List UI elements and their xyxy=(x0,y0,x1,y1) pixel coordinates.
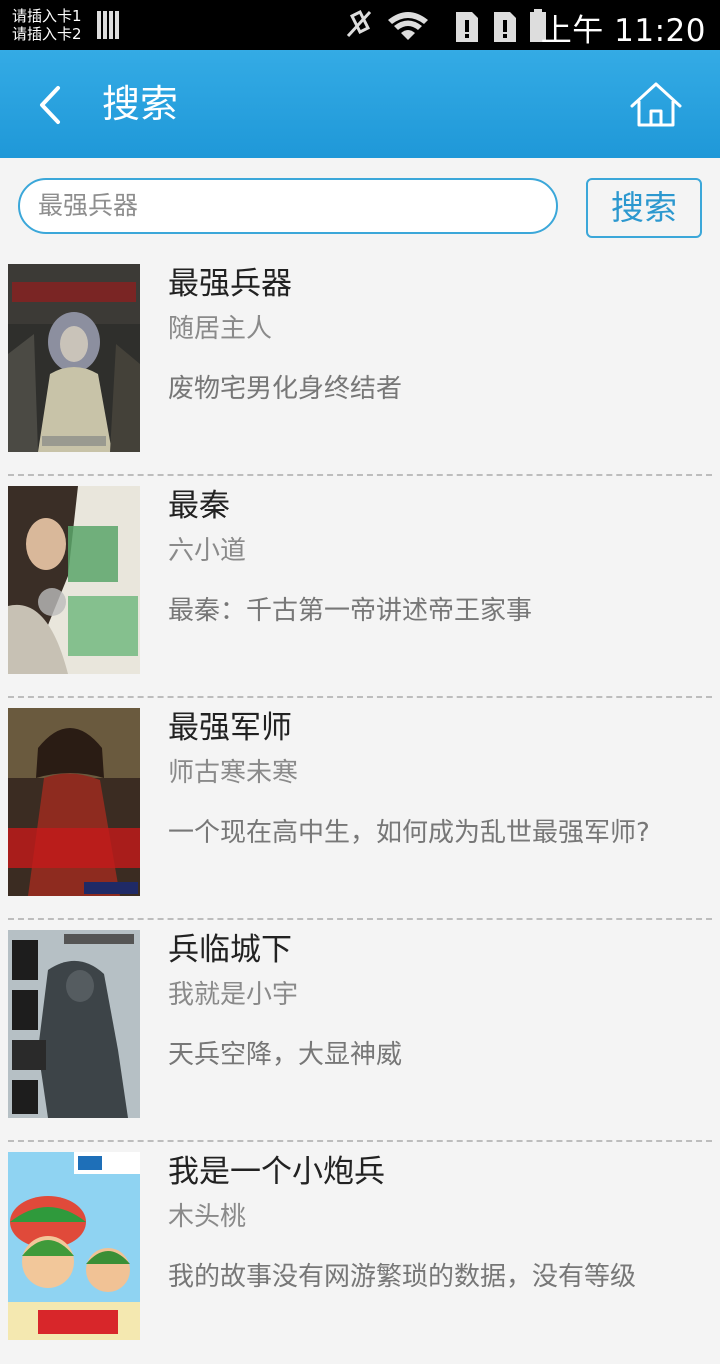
book-description: 最秦：千古第一帝讲述帝王家事 xyxy=(168,596,533,626)
book-description: 废物宅男化身终结者 xyxy=(168,374,403,404)
book-author: 木头桃 xyxy=(168,1202,247,1232)
sim1-label: 请插入卡1 xyxy=(12,7,82,25)
book-title: 最秦 xyxy=(168,488,230,524)
book-description: 一个现在高中生，如何成为乱世最强军师? xyxy=(168,818,650,848)
list-item[interactable]: 最秦 六小道 最秦：千古第一帝讲述帝王家事 xyxy=(0,476,720,698)
book-description: 我的故事没有网游繁琐的数据，没有等级 xyxy=(168,1262,637,1292)
sim-status: 请插入卡1 请插入卡2 xyxy=(12,7,82,43)
search-input[interactable]: 最强兵器 xyxy=(18,178,558,234)
sim2-label: 请插入卡2 xyxy=(12,25,82,43)
book-title: 最强兵器 xyxy=(168,266,292,302)
book-author: 师古寒未寒 xyxy=(168,758,299,788)
list-item[interactable]: 兵临城下 我就是小宇 天兵空降，大显神威 xyxy=(0,920,720,1142)
book-title: 我是一个小炮兵 xyxy=(168,1154,385,1190)
clock: 上午 11:20 xyxy=(540,13,706,49)
book-description: 天兵空降，大显神威 xyxy=(168,1040,403,1070)
signal-bars-icon xyxy=(97,11,119,39)
book-cover-image xyxy=(8,1152,140,1340)
search-button[interactable]: 搜索 xyxy=(586,178,702,238)
home-button[interactable] xyxy=(628,80,684,130)
book-author: 我就是小宇 xyxy=(168,980,299,1010)
status-bar: 请插入卡1 请插入卡2 上午 11:20 xyxy=(0,0,720,50)
search-results-list: 最强兵器 随居主人 废物宅男化身终结者 最秦 六小道 最秦：千古第一帝讲述帝王家… xyxy=(0,254,720,1364)
list-item[interactable]: 最强军师 师古寒未寒 一个现在高中生，如何成为乱世最强军师? xyxy=(0,698,720,920)
book-title: 兵临城下 xyxy=(168,932,292,968)
chevron-left-icon xyxy=(40,86,60,124)
wifi-icon xyxy=(388,12,428,40)
book-cover-image xyxy=(8,264,140,452)
page-title: 搜索 xyxy=(102,82,179,126)
home-icon xyxy=(630,82,682,127)
sim2-alert-icon xyxy=(494,12,516,42)
sim1-alert-icon xyxy=(456,12,478,42)
app-header: 搜索 xyxy=(0,50,720,158)
back-button[interactable] xyxy=(26,78,76,132)
book-cover-image xyxy=(8,708,140,896)
book-cover-image xyxy=(8,486,140,674)
book-title: 最强军师 xyxy=(168,710,292,746)
vibrate-icon xyxy=(346,9,372,38)
book-author: 随居主人 xyxy=(168,314,273,344)
list-item[interactable]: 我是一个小炮兵 木头桃 我的故事没有网游繁琐的数据，没有等级 xyxy=(0,1142,720,1364)
book-cover-image xyxy=(8,930,140,1118)
list-item[interactable]: 最强兵器 随居主人 废物宅男化身终结者 xyxy=(0,254,720,476)
book-author: 六小道 xyxy=(168,536,247,566)
status-icons xyxy=(346,9,546,42)
